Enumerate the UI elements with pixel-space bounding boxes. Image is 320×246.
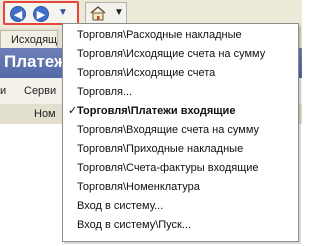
menu-item-history[interactable]: Вход в систему... xyxy=(63,197,298,216)
tab-outgoing[interactable]: Исходящ xyxy=(0,30,58,48)
menu-item-history[interactable]: Торговля\Входящие счета на сумму xyxy=(63,121,298,140)
arrow-right-icon[interactable]: ▶ xyxy=(33,6,49,22)
history-dropdown-menu: Торговля\Расходные накладные Торговля\Ис… xyxy=(62,23,299,242)
menu-item-history[interactable]: Торговля\Номенклатура xyxy=(63,178,298,197)
arrow-left-icon[interactable]: ◀ xyxy=(10,6,26,22)
menu-item-service[interactable]: Серви xyxy=(24,85,56,97)
home-icon[interactable] xyxy=(89,4,107,22)
menu-item-history[interactable]: Торговля\Приходные накладные xyxy=(63,140,298,159)
column-header-number[interactable]: Ном xyxy=(34,108,56,120)
menu-item-history-current[interactable]: ✓ Торговля\Платежи входящие xyxy=(63,102,298,121)
menu-item-history[interactable]: Торговля\Счета-фактуры входящие xyxy=(63,159,298,178)
chevron-down-icon[interactable]: ▼ xyxy=(114,7,124,18)
check-icon: ✓ xyxy=(68,105,78,117)
history-nav-group: ◀ ▶ ▼ xyxy=(3,1,79,25)
menu-item-history[interactable]: Вход в систему\Пуск... xyxy=(63,216,298,235)
menu-item-partial[interactable]: и xyxy=(0,85,6,97)
home-button[interactable]: ▼ xyxy=(85,2,127,24)
menu-item-history[interactable]: Торговля... xyxy=(63,83,298,102)
chevron-down-icon[interactable]: ▼ xyxy=(58,7,68,18)
menu-item-history[interactable]: Торговля\Исходящие счета xyxy=(63,64,298,83)
menu-item-history[interactable]: Торговля\Расходные накладные xyxy=(63,26,298,45)
menu-item-label: Торговля\Платежи входящие xyxy=(77,105,236,117)
menu-item-history[interactable]: Торговля\Исходящие счета на сумму xyxy=(63,45,298,64)
